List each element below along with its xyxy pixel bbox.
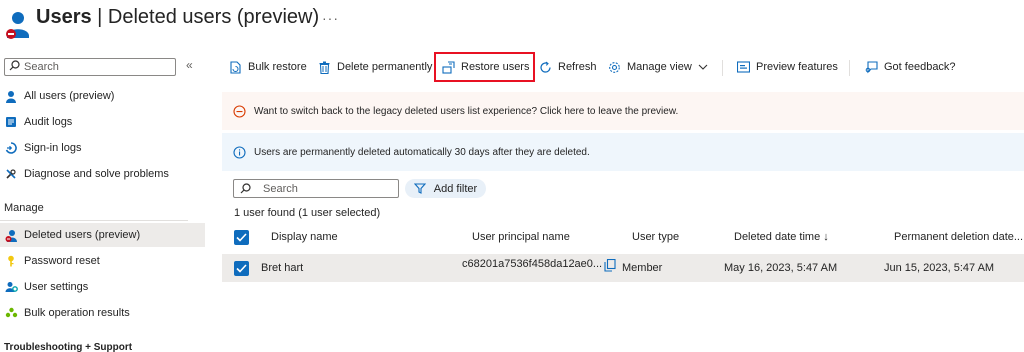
sidebar-item-label: Password reset [24, 255, 100, 267]
deleted-user-icon [4, 10, 30, 40]
add-filter-button[interactable]: Add filter [405, 179, 486, 198]
preview-features-label: Preview features [756, 61, 838, 73]
sidebar-item-deleted-users[interactable]: Deleted users (preview) [0, 223, 205, 247]
got-feedback-button[interactable]: Got feedback? [864, 58, 956, 76]
sidebar-item-all-users[interactable]: All users (preview) [0, 84, 205, 108]
sign-in-icon [4, 141, 18, 155]
user-icon [4, 89, 18, 103]
collapse-sidebar-button[interactable]: « [186, 58, 193, 72]
sidebar-item-password-reset[interactable]: Password reset [0, 249, 205, 273]
sidebar-item-diagnose[interactable]: Diagnose and solve problems [0, 162, 205, 186]
feedback-icon [864, 60, 878, 74]
trash-icon [317, 60, 331, 74]
gear-icon [607, 60, 621, 74]
delete-permanently-label: Delete permanently [337, 61, 433, 73]
column-deleted-date[interactable]: Deleted date time ↓ [734, 231, 829, 243]
audit-log-icon [4, 115, 18, 129]
page-title: Users | Deleted users (preview) [36, 6, 319, 29]
preview-features-button[interactable]: Preview features [736, 58, 838, 76]
list-search[interactable] [233, 179, 399, 198]
sidebar-item-label: Bulk operation results [24, 307, 130, 319]
manage-view-button[interactable]: Manage view [607, 58, 708, 76]
bulk-restore-button[interactable]: Bulk restore [228, 58, 307, 76]
refresh-icon [538, 60, 552, 74]
warning-circle-icon [232, 104, 246, 118]
manage-view-label: Manage view [627, 61, 692, 73]
info-banner: Users are permanently deleted automatica… [222, 133, 1024, 171]
toolbar-divider [722, 60, 723, 76]
user-settings-icon [4, 280, 18, 294]
deleted-user-icon [4, 228, 18, 242]
page-title-main: Users [36, 6, 92, 28]
refresh-label: Refresh [558, 61, 597, 73]
restore-users-button[interactable]: Restore users [434, 52, 535, 82]
sidebar-search[interactable] [4, 58, 176, 76]
sidebar-item-label: Sign-in logs [24, 142, 82, 154]
sidebar-item-label: Deleted users (preview) [24, 229, 141, 241]
command-bar: Bulk restore Delete permanently Restore … [222, 52, 1022, 82]
sidebar-item-label: All users (preview) [24, 90, 115, 102]
sidebar-item-user-settings[interactable]: User settings [0, 275, 205, 299]
column-user-type[interactable]: User type [632, 231, 679, 243]
toolbar-divider [849, 60, 850, 76]
info-banner-text: Users are permanently deleted automatica… [254, 146, 590, 158]
cell-upn: c68201a7536f458da12ae0... [462, 258, 603, 270]
sidebar-item-bulk-results[interactable]: Bulk operation results [0, 301, 205, 325]
sidebar-item-label: Audit logs [24, 116, 73, 128]
column-display-name[interactable]: Display name [271, 231, 338, 243]
sidebar-item-label: Diagnose and solve problems [24, 168, 169, 180]
result-count: 1 user found (1 user selected) [234, 207, 381, 219]
select-all-checkbox[interactable] [234, 230, 249, 245]
sidebar: « All users (preview) Audit logs Sign-in… [0, 56, 208, 352]
checkmark-icon [236, 264, 247, 273]
manage-section-label: Manage [4, 202, 44, 214]
copy-icon[interactable] [604, 259, 616, 272]
page-title-sub: Deleted users (preview) [107, 6, 320, 28]
legacy-experience-banner[interactable]: Want to switch back to the legacy delete… [222, 92, 1024, 130]
section-divider [0, 220, 188, 221]
refresh-button[interactable]: Refresh [538, 58, 597, 76]
sidebar-search-input[interactable] [24, 61, 164, 73]
filter-icon [413, 183, 426, 194]
sidebar-item-sign-in-logs[interactable]: Sign-in logs [0, 136, 205, 160]
checkmark-icon [236, 233, 247, 242]
cell-display-name: Bret hart [261, 262, 304, 274]
column-upn[interactable]: User principal name [472, 231, 570, 243]
list-search-input[interactable] [263, 182, 383, 195]
table-row[interactable]: Bret hart c68201a7536f458da12ae0... Memb… [222, 254, 1024, 282]
column-permanent-deletion[interactable]: Permanent deletion date... [894, 231, 1023, 243]
bulk-restore-label: Bulk restore [248, 61, 307, 73]
bulk-results-icon [4, 306, 18, 320]
row-checkbox[interactable] [234, 261, 249, 276]
bulk-restore-icon [228, 60, 242, 74]
search-icon [9, 60, 20, 74]
sidebar-item-audit-logs[interactable]: Audit logs [0, 110, 205, 134]
table-header: Display name User principal name User ty… [222, 226, 1024, 250]
preview-features-icon [736, 60, 750, 74]
restore-users-label: Restore users [461, 61, 530, 73]
wrench-icon [4, 167, 18, 181]
cell-deleted-date: May 16, 2023, 5:47 AM [724, 262, 838, 274]
add-filter-label: Add filter [433, 182, 478, 195]
troubleshooting-section-label: Troubleshooting + Support [4, 342, 133, 352]
key-icon [4, 254, 18, 268]
search-icon [240, 183, 251, 194]
page-header: Users | Deleted users (preview) ··· [0, 0, 1024, 48]
got-feedback-label: Got feedback? [884, 61, 956, 73]
sidebar-item-label: User settings [24, 281, 89, 293]
more-options-button[interactable]: ··· [322, 10, 339, 26]
delete-permanently-button[interactable]: Delete permanently [317, 58, 432, 76]
title-separator: | [91, 6, 108, 28]
cell-user-type: Member [622, 262, 663, 274]
restore-user-icon [442, 60, 455, 74]
legacy-banner-text: Want to switch back to the legacy delete… [254, 105, 679, 117]
chevron-down-icon [698, 64, 708, 70]
info-icon [232, 145, 246, 159]
cell-permanent-deletion: Jun 15, 2023, 5:47 AM [884, 262, 995, 274]
